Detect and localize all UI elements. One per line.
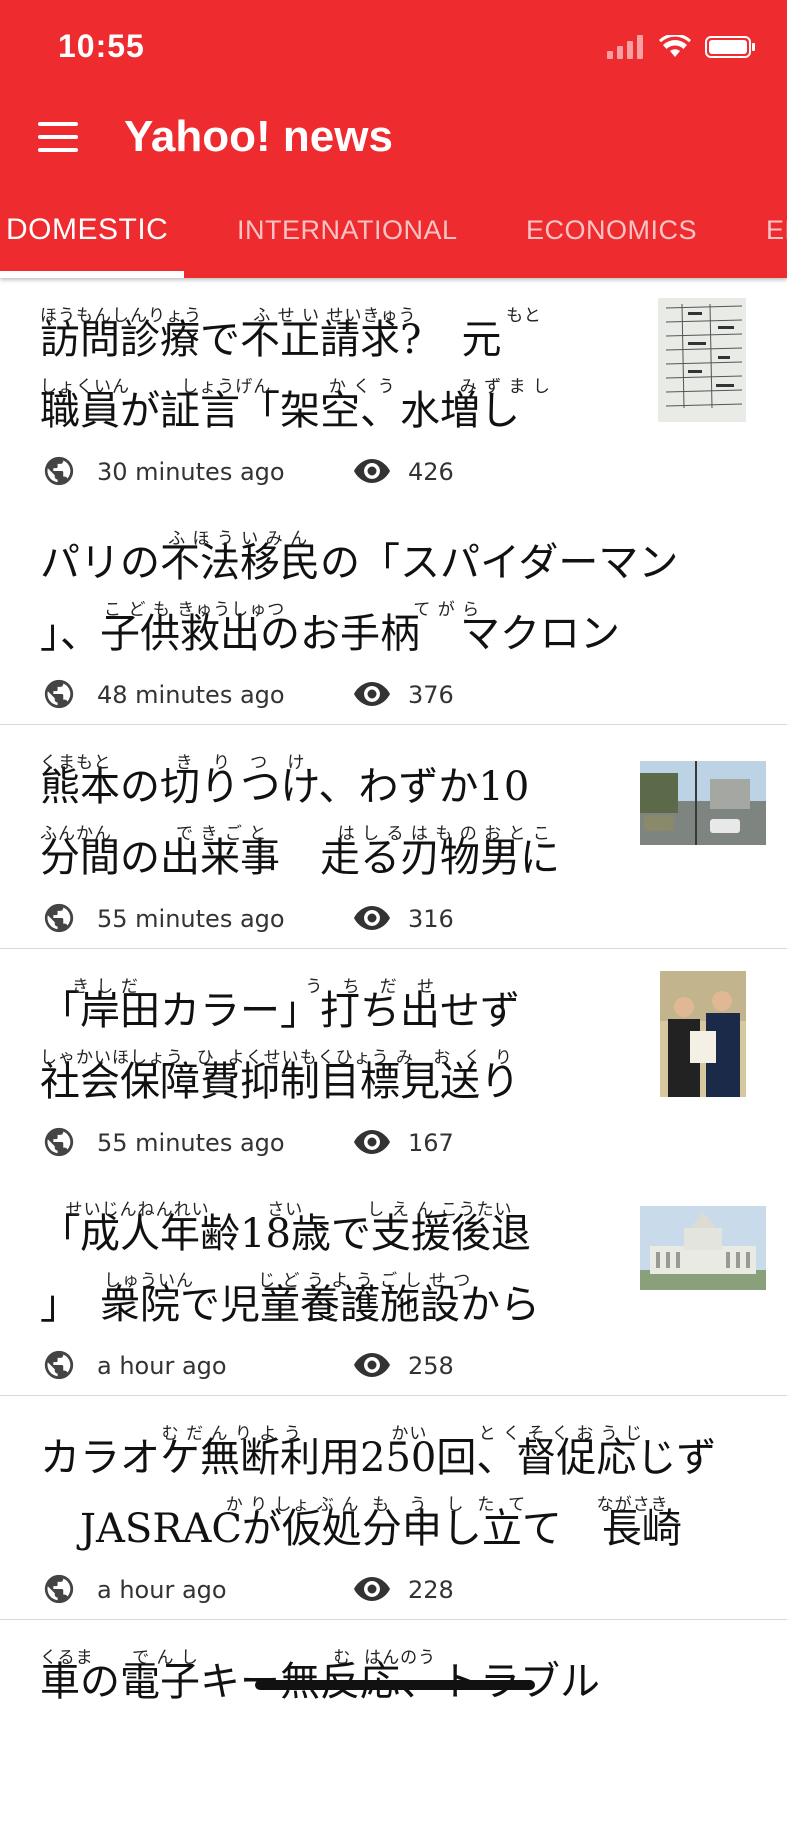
app-bar: 10:55 Yahoo! news DOMESTIC INTERNATIONAL… xyxy=(0,0,787,278)
tab-international[interactable]: INTERNATIONAL xyxy=(237,215,458,246)
article-card[interactable]: せいじんねんれい さい し え ん こうたい 「成人年齢18歳で支援後退 しゅうい… xyxy=(0,1172,787,1396)
hamburger-menu-icon[interactable] xyxy=(38,122,78,154)
article-views: 167 xyxy=(408,1129,454,1157)
app-title: Yahoo! news xyxy=(124,112,393,161)
article-title: き し だ う ち だ せ「岸田カラー」打ち出せず しゃかいほしょう ひ よくせ… xyxy=(40,977,600,1133)
article-meta: 55 minutes ago 167 xyxy=(42,1125,642,1159)
article-card[interactable]: む だ ん り よ う かい と く そ く お う じカラオケ無断利用250回… xyxy=(0,1396,787,1620)
article-views: 376 xyxy=(408,681,454,709)
article-views: 258 xyxy=(408,1352,454,1380)
article-title: む だ ん り よ う かい と く そ く お う じカラオケ無断利用250回… xyxy=(40,1424,760,1580)
eye-icon xyxy=(354,1353,390,1377)
article-time: 55 minutes ago xyxy=(97,1129,285,1157)
article-meta: 30 minutes ago 426 xyxy=(42,454,642,488)
article-meta: 55 minutes ago 316 xyxy=(42,901,642,935)
tab-indicator xyxy=(0,271,184,278)
article-title: くるま で ん し む はんのう車の電子キー無反応、トラブル xyxy=(40,1648,760,1733)
furigana: こ ど も きゅうしゅつ て が ら xyxy=(40,600,481,620)
wifi-icon xyxy=(659,35,691,57)
article-views: 228 xyxy=(408,1576,454,1604)
battery-icon xyxy=(705,36,755,58)
furigana: せいじんねんれい さい し え ん こうたい xyxy=(40,1200,513,1220)
article-time: 30 minutes ago xyxy=(97,458,285,486)
furigana: しゅういん じ ど う よ う ご し せ つ xyxy=(40,1271,472,1291)
article-time: a hour ago xyxy=(97,1352,227,1380)
furigana: ふんかん で き ご と は し る は も の お と こ xyxy=(40,824,551,844)
status-time: 10:55 xyxy=(58,28,145,64)
article-meta: a hour ago 258 xyxy=(42,1348,642,1382)
furigana: む だ ん り よ う かい と く そ く お う じ xyxy=(40,1424,643,1444)
article-time: a hour ago xyxy=(97,1576,227,1604)
globe-icon xyxy=(44,903,74,933)
furigana: くるま で ん し む はんのう xyxy=(40,1648,437,1668)
eye-icon xyxy=(354,1577,390,1601)
furigana: き し だ う ち だ せ xyxy=(40,977,435,997)
article-title: ふ ほ う い み んパリの不法移民の「スパイダーマン こ ど も きゅうしゅつ… xyxy=(40,529,760,685)
article-views: 426 xyxy=(408,458,454,486)
furigana: ほうもんしんりょう ふ せ い せいきゅう もと xyxy=(40,306,542,326)
signal-icon xyxy=(607,35,643,59)
article-title: せいじんねんれい さい し え ん こうたい 「成人年齢18歳で支援後退 しゅうい… xyxy=(40,1200,600,1356)
article-time: 55 minutes ago xyxy=(97,905,285,933)
tab-economics[interactable]: ECONOMICS xyxy=(526,215,697,246)
article-views: 316 xyxy=(408,905,454,933)
eye-icon xyxy=(354,459,390,483)
article-title: くまもと き り つ け熊本の切りつけ、わずか10 ふんかん で き ご と は… xyxy=(40,753,600,909)
status-icons xyxy=(607,32,757,62)
article-thumbnail xyxy=(640,1206,766,1290)
eye-icon xyxy=(354,906,390,930)
globe-icon xyxy=(44,679,74,709)
article-meta: a hour ago 228 xyxy=(42,1572,642,1606)
furigana: ふ ほ う い み ん xyxy=(40,529,309,549)
furigana: くまもと き り つ け xyxy=(40,753,306,773)
globe-icon xyxy=(44,1574,74,1604)
article-card[interactable]: くまもと き り つ け熊本の切りつけ、わずか10 ふんかん で き ご と は… xyxy=(0,725,787,949)
article-card[interactable]: ほうもんしんりょう ふ せ い せいきゅう もと 訪問診療で不正請求? 元 しょく… xyxy=(0,278,787,501)
article-time: 48 minutes ago xyxy=(97,681,285,709)
news-feed: ほうもんしんりょう ふ せ い せいきゅう もと 訪問診療で不正請求? 元 しょく… xyxy=(0,278,787,1843)
article-card[interactable]: くるま で ん し む はんのう車の電子キー無反応、トラブル xyxy=(0,1620,787,1843)
eye-icon xyxy=(354,1130,390,1154)
article-thumbnail xyxy=(660,971,746,1097)
article-thumbnail xyxy=(640,761,766,845)
tab-domestic[interactable]: DOMESTIC xyxy=(6,213,168,247)
article-thumbnail xyxy=(658,298,746,422)
eye-icon xyxy=(354,682,390,706)
home-indicator[interactable] xyxy=(255,1680,535,1690)
article-card[interactable]: き し だ う ち だ せ「岸田カラー」打ち出せず しゃかいほしょう ひ よくせ… xyxy=(0,949,787,1172)
globe-icon xyxy=(44,1350,74,1380)
article-meta: 48 minutes ago 376 xyxy=(42,677,642,711)
article-card[interactable]: ふ ほ う い み んパリの不法移民の「スパイダーマン こ ど も きゅうしゅつ… xyxy=(0,501,787,725)
article-title: ほうもんしんりょう ふ せ い せいきゅう もと 訪問診療で不正請求? 元 しょく… xyxy=(40,306,600,462)
furigana: か り しょ ぶ ん も う し た て ながさき xyxy=(40,1495,669,1515)
globe-icon xyxy=(44,456,74,486)
furigana: しょくいん しょうげん か く う み ず ま し xyxy=(40,377,551,397)
tab-entertainment[interactable]: EN xyxy=(766,215,787,246)
furigana: しゃかいほしょう ひ よくせいもくひょう み お く り xyxy=(40,1048,513,1068)
category-tabs: DOMESTIC INTERNATIONAL ECONOMICS EN xyxy=(0,205,787,278)
globe-icon xyxy=(44,1127,74,1157)
